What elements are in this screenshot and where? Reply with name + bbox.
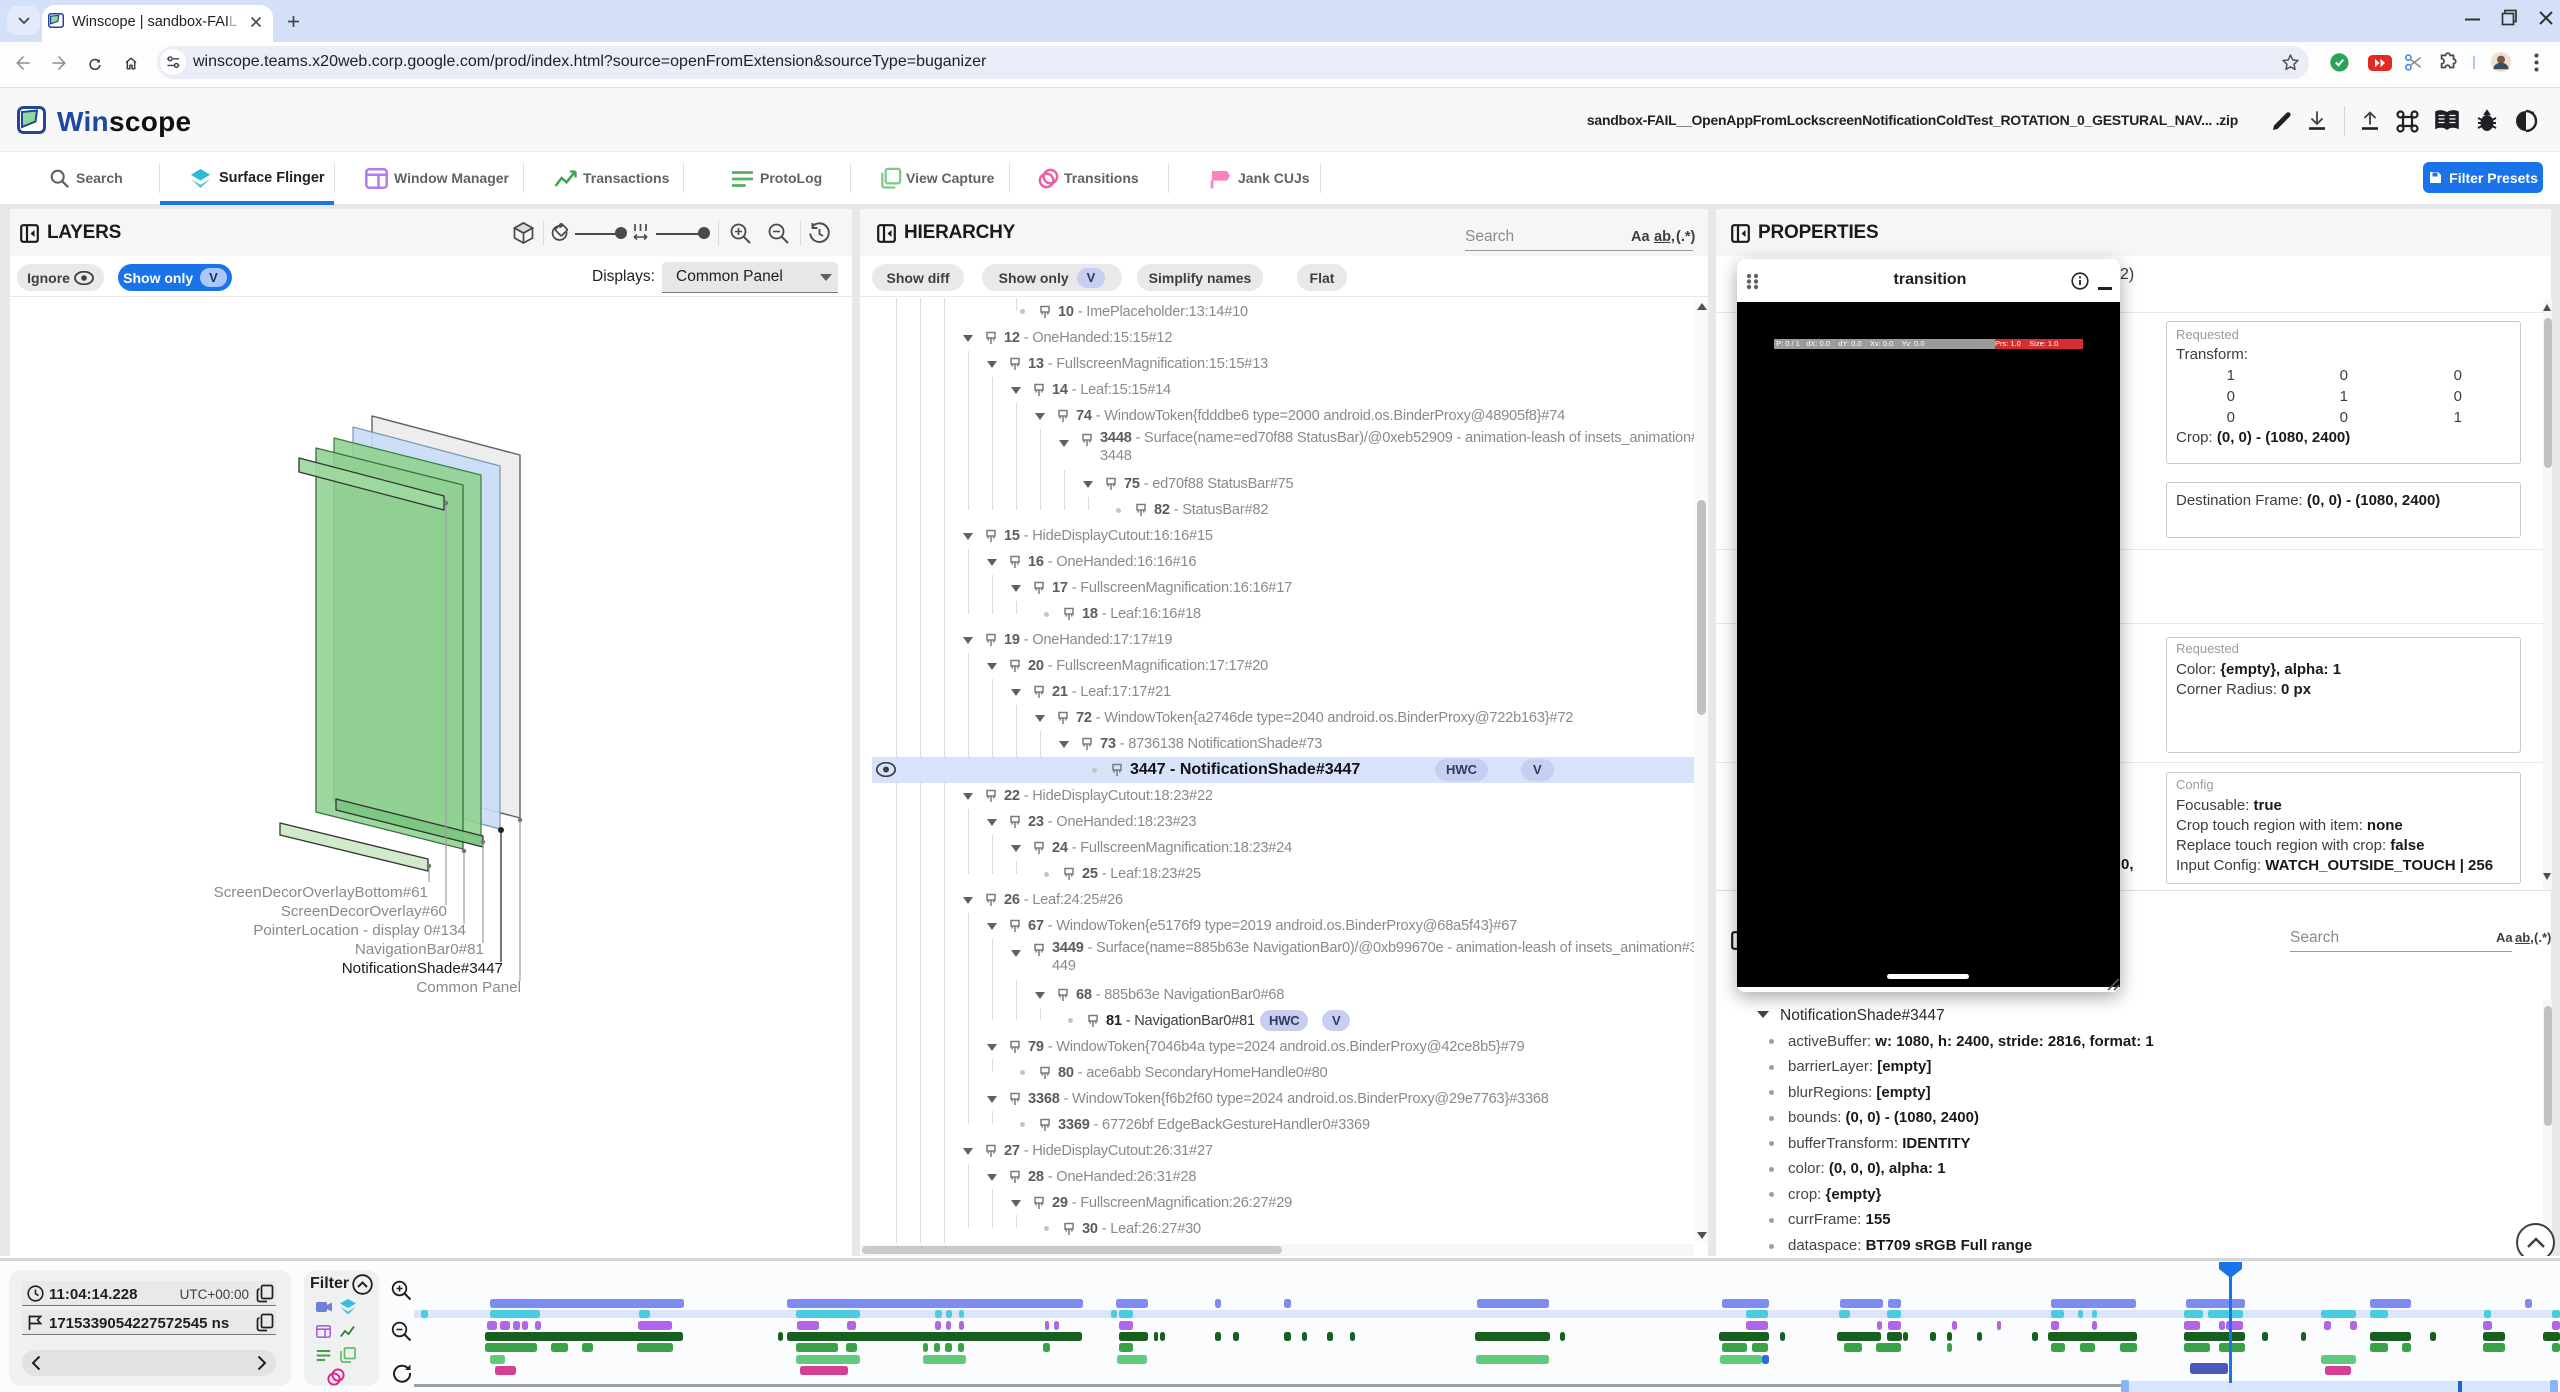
svg-text:ScreenDecorOverlayBottom#61: ScreenDecorOverlayBottom#61	[214, 884, 428, 901]
svg-text:NotificationShade#3447: NotificationShade#3447	[342, 960, 503, 977]
svg-text:PointerLocation - display 0#13: PointerLocation - display 0#134	[253, 922, 466, 939]
svg-text:NavigationBar0#81: NavigationBar0#81	[355, 941, 484, 958]
svg-text:ScreenDecorOverlay#60: ScreenDecorOverlay#60	[281, 903, 447, 920]
svg-text:Common Panel: Common Panel	[416, 979, 521, 996]
